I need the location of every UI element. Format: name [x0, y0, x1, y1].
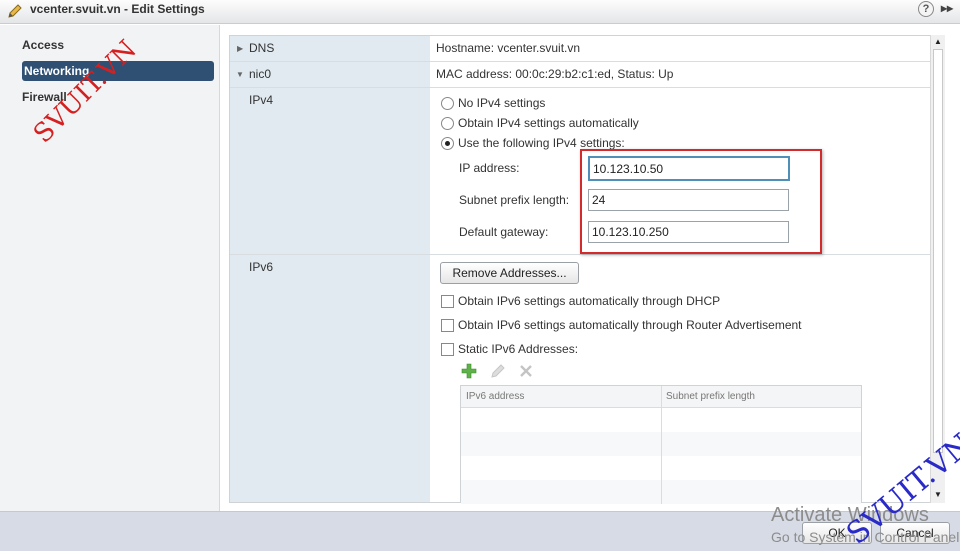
- static-ipv4-radio[interactable]: [441, 137, 454, 150]
- scroll-up-icon[interactable]: ▲: [934, 37, 942, 46]
- expand-icon[interactable]: ▸▸: [941, 1, 953, 15]
- scroll-down-icon[interactable]: ▼: [934, 490, 942, 499]
- dns-label[interactable]: DNS: [249, 41, 274, 55]
- remove-addresses-button[interactable]: Remove Addresses...: [440, 262, 579, 284]
- pencil-icon: [8, 4, 22, 18]
- no-ipv4-label: No IPv4 settings: [458, 96, 546, 110]
- divider: [230, 61, 932, 62]
- delete-icon[interactable]: [519, 364, 533, 378]
- ipv6-router-adv-checkbox[interactable]: [441, 319, 454, 332]
- static-ipv4-label: Use the following IPv4 settings:: [458, 136, 625, 150]
- auto-ipv4-label: Obtain IPv4 settings automatically: [458, 116, 639, 130]
- column-header-subnet-prefix[interactable]: Subnet prefix length: [666, 391, 755, 402]
- ipv4-label: IPv4: [249, 93, 274, 107]
- default-gateway-label: Default gateway:: [459, 225, 549, 239]
- vertical-scrollbar[interactable]: ▲ ▼: [930, 35, 945, 503]
- add-icon[interactable]: [461, 363, 477, 379]
- title-bar: vcenter.svuit.vn - Edit Settings ? ▸▸: [0, 0, 960, 24]
- help-icon[interactable]: ?: [918, 1, 934, 17]
- highlight-box: [580, 149, 822, 254]
- divider: [230, 87, 932, 88]
- ipv6-router-adv-label: Obtain IPv6 settings automatically throu…: [458, 318, 802, 332]
- window-title: vcenter.svuit.vn - Edit Settings: [30, 2, 205, 16]
- mac-address-value: MAC address: 00:0c:29:b2:c1:ed, Status: …: [436, 67, 674, 81]
- edit-icon[interactable]: [490, 363, 506, 379]
- ip-address-label: IP address:: [459, 161, 520, 175]
- column-header-ipv6-address[interactable]: IPv6 address: [466, 391, 524, 402]
- ipv6-dhcp-label: Obtain IPv6 settings automatically throu…: [458, 294, 721, 308]
- ipv6-address-table: IPv6 address Subnet prefix length: [460, 385, 862, 504]
- no-ipv4-radio[interactable]: [441, 97, 454, 110]
- ipv6-label: IPv6: [249, 260, 274, 274]
- static-ipv6-label: Static IPv6 Addresses:: [458, 342, 579, 356]
- ipv6-dhcp-checkbox[interactable]: [441, 295, 454, 308]
- static-ipv6-checkbox[interactable]: [441, 343, 454, 356]
- scrollbar-thumb[interactable]: [933, 49, 943, 453]
- hostname-value: Hostname: vcenter.svuit.vn: [436, 41, 581, 55]
- sidebar: Access Networking Firewall: [0, 25, 220, 511]
- expand-arrow-icon[interactable]: ▶: [237, 44, 243, 53]
- nic-label[interactable]: nic0: [249, 67, 271, 81]
- divider: [230, 254, 932, 255]
- radio-selected-dot: [445, 141, 450, 146]
- collapse-arrow-icon[interactable]: ▼: [236, 70, 244, 79]
- column-divider: [661, 386, 662, 504]
- subnet-prefix-label: Subnet prefix length:: [459, 193, 570, 207]
- auto-ipv4-radio[interactable]: [441, 117, 454, 130]
